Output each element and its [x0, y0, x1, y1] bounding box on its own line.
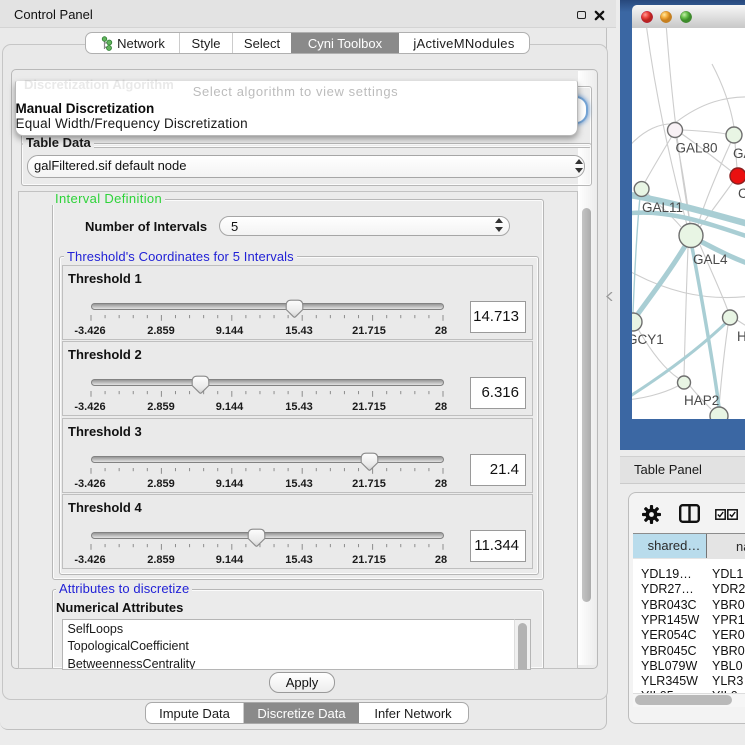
svg-text:CY: CY — [738, 186, 745, 201]
svg-text:GAL80: GAL80 — [676, 141, 718, 156]
svg-text:GAL4: GAL4 — [693, 252, 728, 267]
svg-text:GCY1: GCY1 — [632, 332, 664, 347]
svg-text:HI: HI — [737, 329, 745, 344]
svg-text:GAL: GAL — [733, 146, 745, 161]
svg-text:HAP2: HAP2 — [684, 393, 719, 408]
svg-text:GAL11: GAL11 — [642, 200, 683, 215]
